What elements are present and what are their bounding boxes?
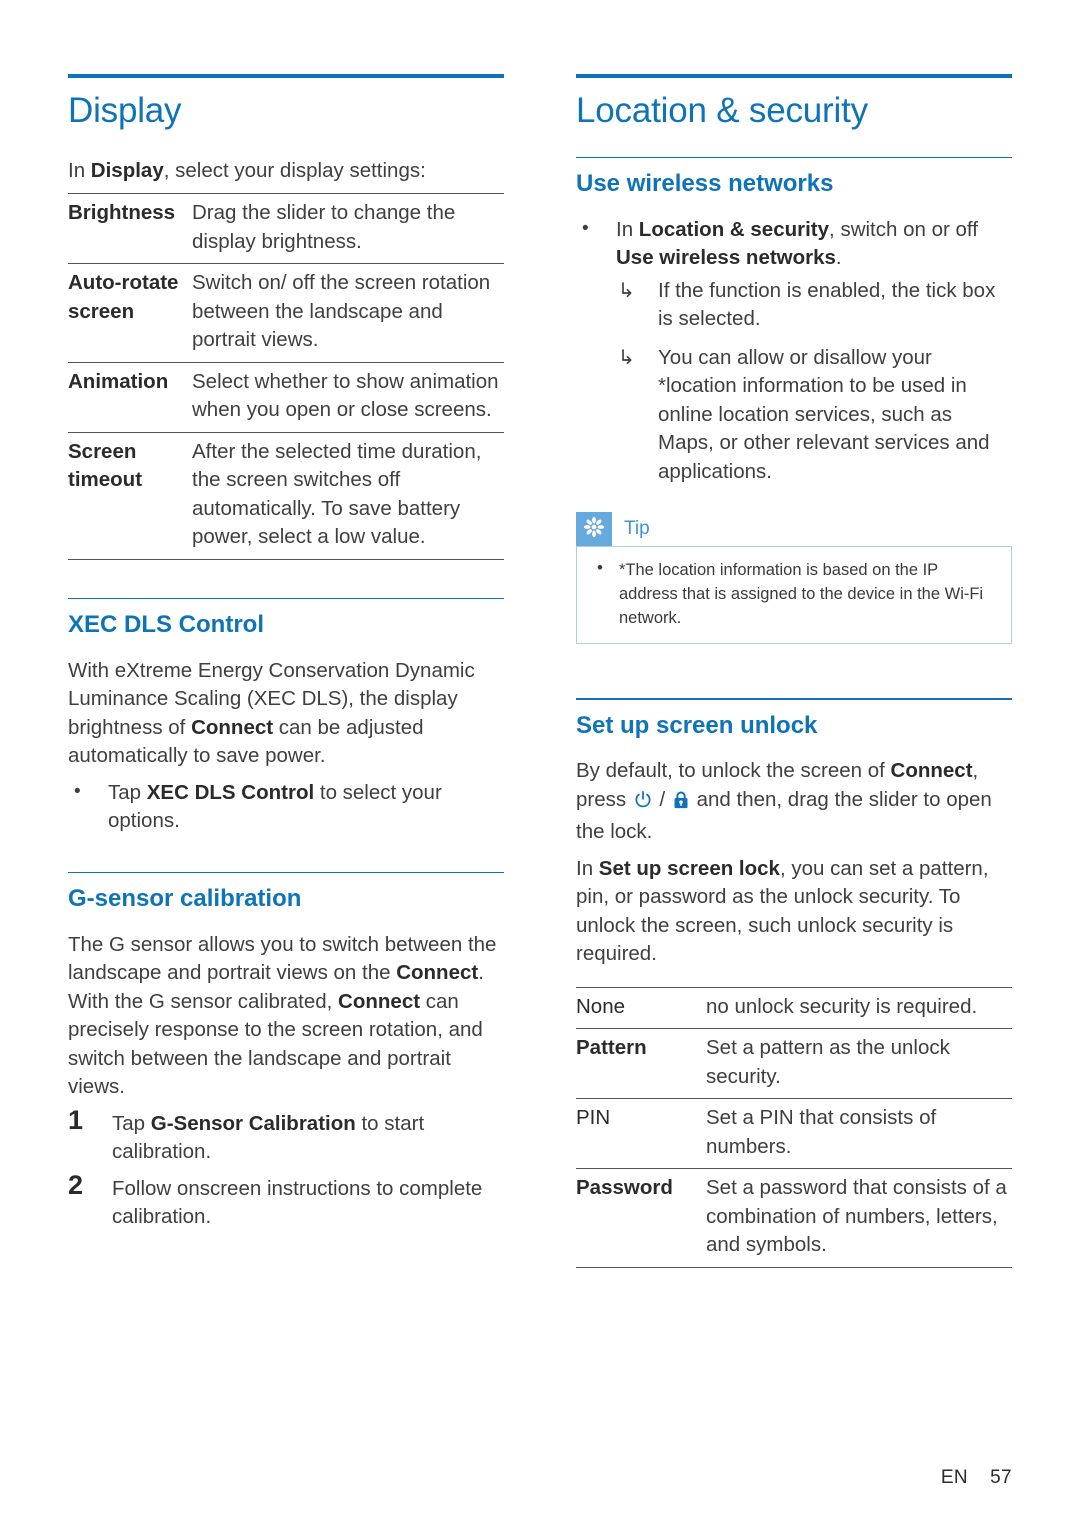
lock-icon [672,790,690,819]
unlock-p1-bold: Connect [890,759,973,783]
table-cell-desc: no unlock security is required. [706,986,1012,1029]
xec-bullet-list: Tap XEC DLS Control to select your optio… [68,778,504,836]
table-cell-desc: Drag the slider to change the display br… [192,193,504,264]
display-settings-table: Brightness Drag the slider to change the… [68,193,504,560]
step-text-pre: Follow onscreen instructions to complete… [112,1176,483,1229]
table-row: Animation Select whether to show animati… [68,361,504,432]
table-cell-term: Pattern [576,1028,706,1099]
unlock-p2-bold: Set up screen lock [598,856,780,880]
list-item: You can allow or disallow your *location… [616,344,1012,487]
table-cell-term: Brightness [68,193,192,264]
unlock-p2-pre: In [576,856,599,880]
wireless-bullet-list: In Location & security, switch on or off… [576,215,1012,487]
step-number: 1 [68,1104,84,1135]
unlock-p1-pre: By default, to unlock the screen of [576,759,891,783]
section-rule-xec [68,597,504,600]
xec-paragraph: With eXtreme Energy Conservation Dynamic… [68,657,504,771]
wireless-sub-list: If the function is enabled, the tick box… [616,277,1012,487]
xec-paragraph-bold: Connect [191,715,274,739]
unlock-icon-separator: / [653,787,671,811]
table-cell-term: None [576,986,706,1029]
right-column: Location & security Use wireless network… [576,74,1012,1272]
wireless-bullet-pre: In [616,217,639,241]
gsensor-paragraph: The G sensor allows you to switch betwee… [68,931,504,1102]
list-item: 2 Follow onscreen instructions to comple… [68,1171,504,1232]
chapter-rule-location-security [576,74,1012,78]
table-row: Brightness Drag the slider to change the… [68,193,504,264]
unlock-security-table: None no unlock security is required. Pat… [576,986,1012,1268]
list-item: *The location information is based on th… [593,556,995,630]
list-item: Tap XEC DLS Control to select your optio… [68,778,504,836]
manual-page: Display In Display, select your display … [0,0,1080,1527]
left-column: Display In Display, select your display … [68,74,504,1272]
display-intro-paragraph: In Display, select your display settings… [68,157,504,186]
tip-list: *The location information is based on th… [593,556,995,630]
xec-bullet-pre: Tap [108,780,147,804]
table-row: Screen timeout After the selected time d… [68,431,504,560]
page-footer: EN 57 [941,1467,1012,1489]
table-row: Pattern Set a pattern as the unlock secu… [576,1028,1012,1099]
table-cell-term: Animation [68,361,192,432]
table-row: Auto-rotate screen Switch on/ off the sc… [68,263,504,362]
tip-callout: Tip *The location information is based o… [576,512,1012,645]
list-item: 1 Tap G-Sensor Calibration to start cali… [68,1106,504,1167]
section-rule-screen-unlock [576,698,1012,700]
footer-language: EN [940,1467,969,1488]
table-cell-desc: Set a pattern as the unlock security. [706,1028,1012,1099]
section-heading-xec-dls-control: XEC DLS Control [68,611,264,639]
wireless-bullet-post: . [835,246,842,270]
unlock-paragraph-1: By default, to unlock the screen of Conn… [576,757,1012,847]
tip-header: Tip [576,512,1012,547]
unlock-paragraph-2: In Set up screen lock, you can set a pat… [576,855,1012,969]
wireless-bullet-bold2: Use wireless networks [616,246,836,270]
table-cell-desc: After the selected time duration, the sc… [192,431,504,560]
table-cell-desc: Switch on/ off the screen rotation betwe… [192,263,504,362]
list-item: In Location & security, switch on or off… [576,215,1012,487]
xec-bullet-bold: XEC DLS Control [146,780,315,804]
section-rule-wireless [576,156,1012,159]
section-heading-set-up-screen-unlock: Set up screen unlock [576,711,818,739]
power-icon [633,790,653,819]
table-cell-desc: Set a password that consists of a combin… [706,1168,1012,1268]
section-heading-g-sensor-calibration: G-sensor calibration [68,885,302,913]
wireless-bullet-bold: Location & security [638,217,830,241]
section-rule-gsensor [68,871,504,874]
step-text-pre: Tap [112,1111,151,1135]
wireless-bullet-mid: , switch on or off [829,217,978,241]
table-row: None no unlock security is required. [576,986,1012,1029]
step-number: 2 [68,1169,84,1200]
table-cell-term: PIN [576,1098,706,1169]
tip-label: Tip [624,518,650,540]
gsensor-p-bold2: Connect [338,989,421,1013]
display-intro-pre: In [68,158,91,182]
display-intro-bold: Display [90,158,164,182]
tip-body: *The location information is based on th… [576,546,1012,645]
gsensor-p-bold1: Connect [396,961,479,985]
list-item: If the function is enabled, the tick box… [616,277,1012,334]
table-cell-term: Auto-rotate screen [68,263,192,362]
gsensor-step-list: 1 Tap G-Sensor Calibration to start cali… [68,1106,504,1232]
table-cell-term: Screen timeout [68,431,192,560]
footer-page-number: 57 [990,1467,1012,1488]
asterisk-flower-icon [583,516,605,543]
page-title-display: Display [68,91,182,130]
table-cell-term: Password [576,1168,706,1268]
section-heading-use-wireless-networks: Use wireless networks [576,170,834,198]
table-row: Password Set a password that consists of… [576,1168,1012,1268]
two-column-layout: Display In Display, select your display … [68,74,1012,1272]
page-title-location-security: Location & security [576,91,868,130]
display-intro-post: , select your display settings: [163,158,426,182]
table-cell-desc: Select whether to show animation when yo… [192,361,504,432]
tip-badge [576,512,612,547]
table-cell-desc: Set a PIN that consists of numbers. [706,1098,1012,1169]
table-row: PIN Set a PIN that consists of numbers. [576,1098,1012,1169]
step-text-bold: G-Sensor Calibration [150,1111,356,1135]
chapter-rule-display [68,74,504,78]
